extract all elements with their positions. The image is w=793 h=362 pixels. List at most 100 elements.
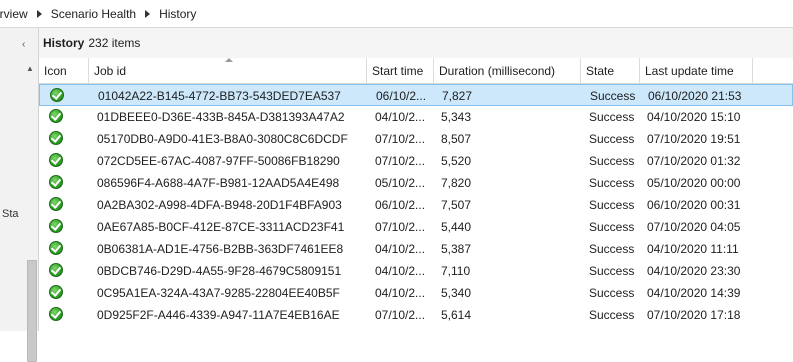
cell-duration: 7,820 <box>441 176 472 190</box>
cell-duration: 5,387 <box>441 242 472 256</box>
cell-duration: 7,827 <box>442 89 473 103</box>
history-panel: History 232 items Icon Job id Start time… <box>39 28 793 331</box>
cell-last-update-time: 06/10/2020 00:31 <box>647 198 741 212</box>
cell-duration: 7,507 <box>441 198 472 212</box>
cell-start-time: 07/10/2... <box>375 132 426 146</box>
cell-duration: 5,520 <box>441 154 472 168</box>
success-check-icon <box>49 109 63 123</box>
panel-title: History <box>43 36 85 50</box>
cell-last-update-time: 04/10/2020 23:30 <box>647 264 741 278</box>
cell-last-update-time: 07/10/2020 17:18 <box>647 308 741 322</box>
cell-state: Success <box>589 198 635 212</box>
cell-job-id: 0B06381A-AD1E-4756-B2BB-363DF7461EE8 <box>97 242 344 256</box>
table-row[interactable]: 01DBEEE0-D36E-433B-845A-D381393A47A2 04/1… <box>39 106 793 128</box>
success-check-icon <box>49 307 63 321</box>
item-count: 232 items <box>88 36 141 50</box>
cell-state: Success <box>589 264 635 278</box>
navigation-scrollbar[interactable]: ▲ <box>26 64 37 362</box>
cell-state: Success <box>589 220 635 234</box>
success-check-icon <box>49 263 63 277</box>
cell-state: Success <box>589 176 635 190</box>
collapse-pane-icon[interactable]: ‹ <box>22 39 25 50</box>
table-row[interactable]: 05170DB0-A9D0-41E3-B8A0-3080C8C6DCDF 07/1… <box>39 128 793 150</box>
table-row[interactable]: 072CD5EE-67AC-4087-97FF-50086FB18290 07/1… <box>39 150 793 172</box>
cell-last-update-time: 04/10/2020 15:10 <box>647 110 741 124</box>
scrollbar-thumb[interactable] <box>27 260 37 362</box>
cell-last-update-time: 07/10/2020 04:05 <box>647 220 741 234</box>
cell-job-id: 0AE67A85-B0CF-412E-87CE-3311ACD23F41 <box>97 220 345 234</box>
cell-start-time: 07/10/2... <box>375 154 426 168</box>
cell-state: Success <box>589 242 635 256</box>
cell-last-update-time: 04/10/2020 11:11 <box>647 242 739 256</box>
cell-duration: 5,614 <box>441 308 472 322</box>
cell-start-time: 04/10/2... <box>375 110 426 124</box>
breadcrumb-item-overview[interactable]: erview <box>0 7 28 21</box>
table-row[interactable]: 0AE67A85-B0CF-412E-87CE-3311ACD23F41 07/1… <box>39 216 793 238</box>
panel-header: History 232 items <box>39 28 793 58</box>
cell-state: Success <box>589 154 635 168</box>
cell-start-time: 06/10/2... <box>376 89 427 103</box>
success-check-icon <box>49 219 63 233</box>
cell-start-time: 06/10/2... <box>375 198 426 212</box>
cell-job-id: 0A2BA302-A998-4DFA-B948-20D1F4BFA903 <box>97 198 342 212</box>
cell-duration: 5,440 <box>441 220 472 234</box>
table-row[interactable]: 0A2BA302-A998-4DFA-B948-20D1F4BFA903 06/1… <box>39 194 793 216</box>
success-check-icon <box>49 241 63 255</box>
cell-state: Success <box>589 110 635 124</box>
success-check-icon <box>49 131 63 145</box>
navigation-pane-label[interactable]: Sta <box>2 208 19 220</box>
cell-state: Success <box>589 286 635 300</box>
table-row[interactable]: 0D925F2F-A446-4339-A947-11A7E4EB16AE 07/1… <box>39 304 793 326</box>
table-row[interactable]: 086596F4-A688-4A7F-B981-12AAD5A4E498 05/1… <box>39 172 793 194</box>
breadcrumb-item-history[interactable]: History <box>159 7 196 21</box>
cell-duration: 8,507 <box>441 132 472 146</box>
success-check-icon <box>49 153 63 167</box>
column-header-last-update-time[interactable]: Last update time <box>640 58 753 83</box>
breadcrumb: erview Scenario Health History <box>0 0 793 28</box>
cell-start-time: 05/10/2... <box>375 176 426 190</box>
cell-state: Success <box>589 308 635 322</box>
sort-ascending-icon <box>225 58 233 62</box>
cell-state: Success <box>589 132 635 146</box>
success-check-icon <box>50 88 64 102</box>
grid-header: Icon Job id Start time Duration (millise… <box>39 58 793 84</box>
breadcrumb-item-scenario-health[interactable]: Scenario Health <box>51 7 136 21</box>
cell-job-id: 05170DB0-A9D0-41E3-B8A0-3080C8C6DCDF <box>97 132 348 146</box>
table-row[interactable]: 0C95A1EA-324A-43A7-9285-22804EE40B5F 04/1… <box>39 282 793 304</box>
cell-job-id: 086596F4-A688-4A7F-B981-12AAD5A4E498 <box>97 176 340 190</box>
table-row[interactable]: 0BDCB746-D29D-4A55-9F28-4679C5809151 04/1… <box>39 260 793 282</box>
cell-duration: 5,343 <box>441 110 472 124</box>
cell-last-update-time: 06/10/2020 21:53 <box>648 89 742 103</box>
column-header-state[interactable]: State <box>581 58 640 83</box>
scroll-up-icon[interactable]: ▲ <box>26 64 34 73</box>
cell-start-time: 07/10/2... <box>375 308 426 322</box>
table-row[interactable]: 01042A22-B145-4772-BB73-543DED7EA537 06/1… <box>39 84 793 106</box>
success-check-icon <box>49 175 63 189</box>
column-header-icon[interactable]: Icon <box>39 58 89 83</box>
breadcrumb-separator-icon[interactable] <box>36 9 42 18</box>
cell-last-update-time: 07/10/2020 19:51 <box>647 132 741 146</box>
cell-job-id: 01DBEEE0-D36E-433B-845A-D381393A47A2 <box>97 110 345 124</box>
cell-start-time: 07/10/2... <box>375 220 426 234</box>
cell-job-id: 0C95A1EA-324A-43A7-9285-22804EE40B5F <box>97 286 340 300</box>
cell-job-id: 072CD5EE-67AC-4087-97FF-50086FB18290 <box>97 154 340 168</box>
cell-last-update-time: 07/10/2020 01:32 <box>647 154 741 168</box>
cell-last-update-time: 05/10/2020 00:00 <box>647 176 741 190</box>
cell-start-time: 04/10/2... <box>375 242 426 256</box>
navigation-pane: ‹ Sta ▲ <box>0 28 39 362</box>
success-check-icon <box>49 285 63 299</box>
cell-job-id: 0BDCB746-D29D-4A55-9F28-4679C5809151 <box>97 264 342 278</box>
breadcrumb-separator-icon[interactable] <box>145 9 151 18</box>
cell-job-id: 0D925F2F-A446-4339-A947-11A7E4EB16AE <box>97 308 340 322</box>
column-header-duration[interactable]: Duration (millisecond) <box>434 58 581 83</box>
table-row[interactable]: 0B06381A-AD1E-4756-B2BB-363DF7461EE8 04/1… <box>39 238 793 260</box>
success-check-icon <box>49 197 63 211</box>
cell-duration: 5,340 <box>441 286 472 300</box>
cell-job-id: 01042A22-B145-4772-BB73-543DED7EA537 <box>98 89 341 103</box>
cell-last-update-time: 04/10/2020 14:39 <box>647 286 741 300</box>
column-header-start-time[interactable]: Start time <box>367 58 434 83</box>
cell-duration: 7,110 <box>441 264 471 278</box>
cell-start-time: 04/10/2... <box>375 264 426 278</box>
cell-start-time: 04/10/2... <box>375 286 426 300</box>
cell-state: Success <box>590 89 636 103</box>
